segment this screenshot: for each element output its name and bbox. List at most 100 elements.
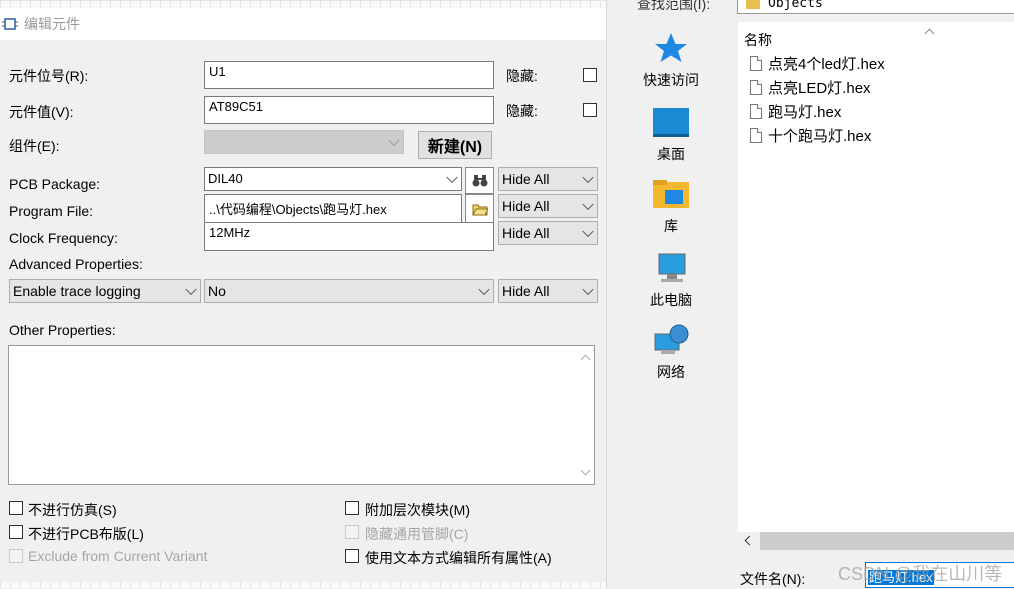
place-label: 库 — [664, 218, 678, 234]
attach-hierarchy-checkbox[interactable] — [345, 501, 359, 515]
element-select — [204, 130, 404, 154]
exclude-variant-label: Exclude from Current Variant — [28, 548, 208, 564]
file-name: 跑马灯.hex — [768, 104, 842, 121]
binoculars-icon — [472, 174, 487, 186]
program-file-label: Program File: — [9, 203, 94, 219]
part-value-label: 元件值(V): — [9, 104, 74, 120]
clock-frequency-visibility-value: Hide All — [502, 225, 550, 241]
part-value-hidden-checkbox[interactable] — [583, 103, 597, 117]
chevron-down-icon — [388, 134, 400, 147]
place-label: 网络 — [657, 364, 685, 380]
part-value-input[interactable]: AT89C51 — [204, 96, 494, 124]
desktop-icon — [653, 108, 689, 137]
places-bar: 快速访问 桌面 库 此电脑 网络 — [607, 22, 735, 588]
chevron-down-icon — [582, 198, 594, 211]
edit-as-text-checkbox[interactable] — [345, 549, 359, 563]
file-name: 点亮LED灯.hex — [768, 80, 871, 97]
column-header-name[interactable]: 名称 — [744, 30, 772, 50]
program-file-input[interactable]: ..\代码编程\Objects\跑马灯.hex — [204, 194, 462, 224]
no-simulate-label: 不进行仿真(S) — [28, 502, 117, 518]
chevron-down-icon — [582, 171, 594, 184]
open-folder-icon — [471, 204, 488, 215]
place-label: 桌面 — [657, 146, 685, 162]
place-quick-access[interactable]: 快速访问 — [607, 26, 735, 96]
advanced-visibility-value: Hide All — [502, 283, 550, 299]
chevron-down-icon — [582, 283, 594, 296]
program-file-visibility-value: Hide All — [502, 198, 550, 214]
edit-component-dialog: 编辑元件 元件位号(R): U1 隐藏: 元件值(V): AT89C51 隐藏:… — [0, 8, 606, 582]
new-button[interactable]: 新建(N) — [418, 131, 492, 159]
place-label: 此电脑 — [650, 292, 692, 308]
hide-pins-label: 隐藏通用管脚(C) — [365, 526, 469, 542]
chevron-down-icon — [446, 171, 458, 184]
file-name: 点亮4个led灯.hex — [768, 56, 885, 73]
file-icon — [750, 56, 762, 71]
clock-frequency-visibility-select[interactable]: Hide All — [498, 221, 598, 245]
browse-file-button[interactable] — [465, 194, 494, 224]
pcb-package-value: DIL40 — [208, 171, 243, 186]
chevron-down-icon — [478, 283, 490, 296]
part-reference-hidden-checkbox[interactable] — [583, 68, 597, 82]
advanced-value-select[interactable]: No — [204, 279, 494, 303]
element-label: 组件(E): — [9, 138, 60, 154]
pcb-package-visibility-value: Hide All — [502, 171, 550, 187]
other-properties-label: Other Properties: — [9, 322, 116, 338]
part-reference-hidden-label: 隐藏: — [506, 68, 538, 84]
place-network[interactable]: 网络 — [607, 318, 735, 388]
component-icon — [2, 18, 18, 30]
clock-frequency-label: Clock Frequency: — [9, 230, 118, 246]
advanced-properties-label: Advanced Properties: — [9, 256, 143, 272]
pcb-package-visibility-select[interactable]: Hide All — [498, 167, 598, 191]
scroll-thumb[interactable] — [760, 532, 1014, 550]
dialog-title-bar: 编辑元件 — [0, 8, 606, 40]
advanced-visibility-select[interactable]: Hide All — [498, 279, 598, 303]
advanced-property-select[interactable]: Enable trace logging — [9, 279, 201, 303]
no-simulate-checkbox[interactable] — [9, 501, 23, 515]
list-item[interactable]: 点亮LED灯.hex — [750, 77, 871, 99]
folder-icon — [746, 0, 760, 9]
chevron-down-icon — [582, 225, 594, 238]
advanced-value: No — [208, 283, 226, 299]
file-icon — [750, 80, 762, 95]
list-item[interactable]: 跑马灯.hex — [750, 101, 841, 123]
file-list[interactable]: 名称 点亮4个led灯.hex 点亮LED灯.hex 跑马灯.hex 十个跑马灯… — [738, 22, 1014, 532]
list-item[interactable]: 点亮4个led灯.hex — [750, 53, 885, 75]
open-file-dialog: 查找范围(I): Objects 快速访问 桌面 库 此电脑 网络 名称 点亮4… — [606, 0, 1014, 588]
chevron-down-icon — [185, 283, 197, 296]
no-pcb-label: 不进行PCB布版(L) — [28, 526, 144, 542]
library-icon — [653, 180, 689, 208]
place-label: 快速访问 — [643, 72, 699, 88]
advanced-property-value: Enable trace logging — [13, 283, 141, 299]
computer-icon — [658, 253, 686, 282]
network-icon — [654, 324, 689, 354]
star-icon — [655, 33, 687, 62]
file-list-hscrollbar[interactable] — [738, 532, 1014, 550]
scroll-up-icon[interactable] — [580, 354, 591, 365]
sort-ascending-icon — [924, 28, 935, 39]
file-name: 十个跑马灯.hex — [768, 128, 872, 145]
clock-frequency-input[interactable]: 12MHz — [204, 222, 494, 251]
lookin-select[interactable]: Objects — [737, 0, 1014, 14]
watermark: CSDN @我在山川等 — [838, 564, 1003, 584]
place-desktop[interactable]: 桌面 — [607, 100, 735, 170]
program-file-visibility-select[interactable]: Hide All — [498, 194, 598, 218]
pcb-package-select[interactable]: DIL40 — [204, 167, 462, 191]
browse-package-button[interactable] — [465, 167, 494, 194]
filename-label: 文件名(N): — [740, 571, 806, 587]
attach-hierarchy-label: 附加层次模块(M) — [365, 502, 470, 518]
part-value-hidden-label: 隐藏: — [506, 103, 538, 119]
dialog-title: 编辑元件 — [24, 16, 80, 32]
list-item[interactable]: 十个跑马灯.hex — [750, 125, 871, 147]
other-properties-scrollbar[interactable] — [577, 346, 594, 484]
file-icon — [750, 104, 762, 119]
lookin-value: Objects — [768, 0, 823, 11]
part-reference-input[interactable]: U1 — [204, 61, 494, 89]
place-this-pc[interactable]: 此电脑 — [607, 246, 735, 316]
other-properties-textarea[interactable] — [8, 345, 595, 485]
scroll-down-icon[interactable] — [580, 465, 591, 476]
scroll-left-icon[interactable] — [744, 535, 755, 546]
no-pcb-checkbox[interactable] — [9, 525, 23, 539]
exclude-variant-checkbox — [9, 549, 23, 563]
lookin-label: 查找范围(I): — [637, 0, 711, 12]
place-library[interactable]: 库 — [607, 172, 735, 242]
